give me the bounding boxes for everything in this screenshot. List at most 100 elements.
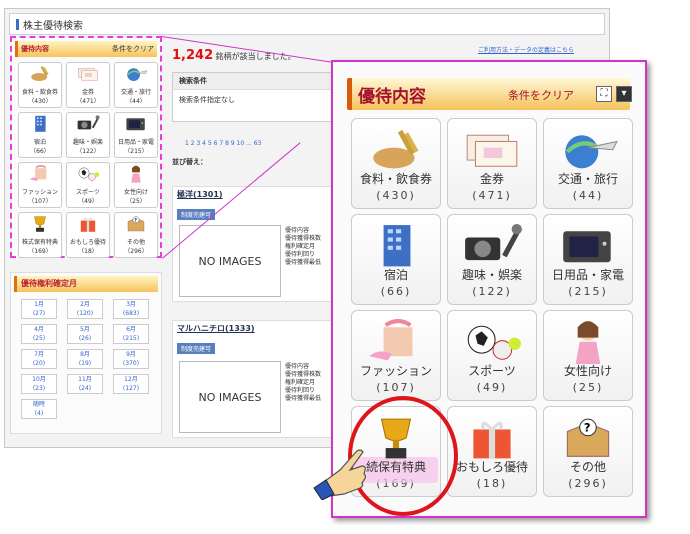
category-count: （49）: [78, 198, 98, 205]
category-tile[interactable]: 金券 (471): [447, 118, 537, 209]
category-label: 金券: [479, 172, 504, 186]
category-tile-small[interactable]: おもしろ優待 （18）: [66, 212, 110, 258]
month-count: (4): [34, 410, 44, 417]
meta-label: 権利確定月: [285, 243, 316, 250]
month-count: (120): [76, 310, 94, 317]
title-marker: [16, 18, 19, 30]
clear-conditions-link[interactable]: 条件をクリア: [508, 87, 574, 103]
category-panel-title: 優待内容: [21, 45, 49, 53]
category-label: 交通・旅行: [120, 89, 151, 96]
month-tile[interactable]: 11月 (24): [67, 374, 103, 394]
category-tile-small[interactable]: 食料・飲食券 （430）: [18, 62, 62, 108]
month-tile[interactable]: 随時 (4): [21, 399, 57, 419]
month-count: (26): [78, 335, 92, 342]
category-tile-small[interactable]: ファッション （107）: [18, 162, 62, 208]
clear-conditions-link-small[interactable]: 条件をクリア: [112, 44, 154, 54]
collapse-icon[interactable]: ▾: [616, 86, 632, 102]
category-label: 株式保有特典: [21, 239, 58, 246]
meta-label: 優待利回り: [285, 251, 316, 258]
month-count: (20): [32, 360, 46, 367]
search-conditions-body: 検索条件指定なし: [179, 96, 235, 104]
category-label: 趣味・娯楽: [461, 268, 522, 282]
result-meta-labels: 優待内容 優待獲得株数 権利確定月 優待利回り 優待獲得最低: [285, 363, 321, 403]
month-tile[interactable]: 5月 (26): [67, 324, 103, 344]
category-label: おもしろ優待: [455, 460, 528, 474]
category-label: その他: [126, 239, 145, 246]
month-tile[interactable]: 1月 (27): [21, 299, 57, 319]
month-tile[interactable]: 10月 (23): [21, 374, 57, 394]
margin-tag: 制度売建可: [177, 343, 216, 354]
pagination[interactable]: 1 2 3 4 5 6 7 8 9 10 ... 63: [185, 140, 261, 147]
category-tile[interactable]: 趣味・娯楽 (122): [447, 214, 537, 305]
category-count: （215）: [124, 148, 148, 155]
ticket-icon: [76, 65, 100, 85]
category-tile-small[interactable]: ? その他 （296）: [114, 212, 158, 258]
month-label: 8月: [80, 351, 90, 358]
meta-label: 優待獲得株数: [285, 235, 322, 242]
result-card: マルハニチロ(1333) 制度売建可 NO IMAGES 優待内容 優待獲得株数権…: [172, 320, 332, 438]
category-count: （18）: [78, 248, 98, 255]
month-label: 11月: [78, 376, 92, 383]
food-icon: [365, 127, 427, 171]
category-tile-small[interactable]: 株式保有特典 （169）: [18, 212, 62, 258]
category-tile-small[interactable]: スポーツ （49）: [66, 162, 110, 208]
result-count-value: 1,242: [172, 48, 214, 63]
month-count: (19): [78, 360, 92, 367]
category-tile-small[interactable]: 日用品・家電 （215）: [114, 112, 158, 158]
month-count: (127): [122, 385, 140, 392]
category-count: （169）: [28, 248, 52, 255]
month-tile[interactable]: 6月 (215): [113, 324, 149, 344]
month-tile[interactable]: 4月 (25): [21, 324, 57, 344]
category-count: (18): [476, 477, 508, 490]
category-label: おもしろ優待: [69, 239, 106, 246]
expand-icon[interactable]: ⛶: [596, 86, 612, 102]
gift-box-icon: [461, 415, 523, 459]
zoom-panel-header: 優待内容 条件をクリア ⛶ ▾: [347, 78, 632, 110]
category-tile-small[interactable]: 宿泊 （66）: [18, 112, 62, 158]
category-tile[interactable]: 日用品・家電 (215): [543, 214, 633, 305]
month-tile[interactable]: 2月 (120): [67, 299, 103, 319]
sports-balls-icon: [461, 319, 523, 363]
category-tile-small[interactable]: 金券 （471）: [66, 62, 110, 108]
category-label: 日用品・家電: [117, 139, 154, 146]
result-card: 極洋(1301) 制度売建可 NO IMAGES 優待内容 優待獲得株数 権利確定月…: [172, 186, 332, 302]
month-label: 1月: [34, 301, 44, 308]
category-tile-small[interactable]: 趣味・娯楽 （122）: [66, 112, 110, 158]
category-tile[interactable]: 女性向け (25): [543, 310, 633, 401]
category-label: スポーツ: [468, 364, 516, 378]
month-tile[interactable]: 8月 (19): [67, 349, 103, 369]
category-count: (107): [376, 381, 416, 394]
month-tile[interactable]: 7月 (20): [21, 349, 57, 369]
category-count: (122): [472, 285, 512, 298]
month-tile[interactable]: 3月 (683): [113, 299, 149, 319]
category-label: 女性向け: [563, 364, 612, 378]
search-conditions-header: 検索条件: [173, 73, 331, 90]
help-link[interactable]: ご利用方法・データの定義はこちら: [478, 45, 574, 54]
category-tile[interactable]: ファッション (107): [351, 310, 441, 401]
category-count: （296）: [124, 248, 148, 255]
category-label: ファッション: [21, 189, 58, 196]
company-name-link[interactable]: 極洋(1301): [173, 187, 331, 202]
pointing-hand-icon: [313, 449, 367, 500]
category-tile[interactable]: おもしろ優待 (18): [447, 406, 537, 497]
result-count: 1,242 銘柄が該当しました。: [172, 48, 296, 63]
category-count: (430): [376, 189, 416, 202]
category-tile[interactable]: スポーツ (49): [447, 310, 537, 401]
company-name-link[interactable]: マルハニチロ(1333): [173, 321, 331, 336]
category-tile[interactable]: 食料・飲食券 (430): [351, 118, 441, 209]
plane-globe-icon: [124, 65, 148, 85]
month-label: 5月: [80, 326, 90, 333]
sort-label: 並び替え：: [172, 158, 207, 166]
month-tile[interactable]: 12月 (127): [113, 374, 149, 394]
woman-icon: [124, 165, 148, 185]
category-count: （66）: [30, 148, 50, 155]
category-tile[interactable]: 交通・旅行 (44): [543, 118, 633, 209]
fashion-icon: [365, 319, 427, 363]
category-tile[interactable]: ? その他 (296): [543, 406, 633, 497]
category-label: 食料・飲食券: [359, 172, 432, 186]
category-tile-small[interactable]: 交通・旅行 （44）: [114, 62, 158, 108]
month-tile[interactable]: 9月 (370): [113, 349, 149, 369]
category-tile-small[interactable]: 女性向け （25）: [114, 162, 158, 208]
category-tile[interactable]: 宿泊 (66): [351, 214, 441, 305]
category-count: （25）: [126, 198, 146, 205]
